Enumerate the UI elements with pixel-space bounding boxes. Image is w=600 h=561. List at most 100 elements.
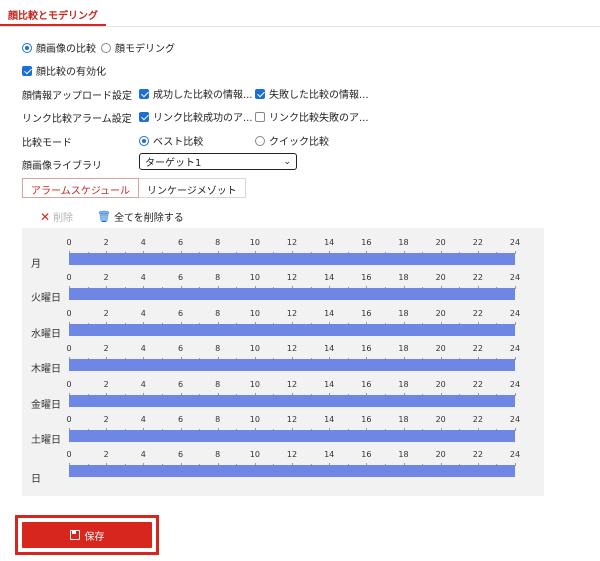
hour-tick-label: 14 — [324, 308, 335, 318]
checkbox-upload-failure[interactable]: 失敗した比較の情報... — [255, 86, 369, 101]
schedule-time-bar[interactable] — [69, 465, 515, 478]
save-icon — [69, 530, 80, 540]
tab-alarm-schedule[interactable]: アラームスケジュール — [22, 178, 139, 198]
schedule-day-label: 金曜日 — [31, 399, 61, 411]
schedule-time-bar[interactable] — [69, 253, 515, 265]
hour-tick-label: 10 — [249, 344, 260, 354]
hour-tick-label: 8 — [215, 415, 221, 424]
hour-tick-label: 16 — [361, 344, 372, 354]
radio-face-compare[interactable]: 顔画像の比較 — [22, 40, 96, 55]
checkbox-label: 失敗した比較の情報... — [269, 90, 369, 101]
hour-tick-label: 8 — [215, 450, 221, 460]
hour-tick-label: 4 — [140, 344, 146, 354]
hour-tick-label: 20 — [435, 415, 446, 424]
hour-tick-label: 0 — [66, 450, 72, 460]
schedule-row: 金曜日 0 2 4 6 8 10 12 14 16 18 20 22 24 — [22, 380, 544, 415]
schedule-day-label: 土曜日 — [31, 435, 61, 446]
hour-tick-label: 18 — [398, 273, 409, 283]
tab-linkage-method[interactable]: リンケージメゾット — [139, 178, 246, 198]
hour-tick-label: 10 — [249, 450, 260, 460]
delete-all-button[interactable]: 🗑 全てを削除する — [97, 209, 184, 224]
hour-tick-label: 18 — [398, 379, 409, 389]
radio-label: クイック比較 — [269, 137, 329, 148]
hour-tick-label: 10 — [249, 238, 260, 247]
schedule-day-label: 木曜日 — [31, 364, 61, 376]
schedule-grid: 月 0 2 4 6 8 10 12 14 16 18 20 22 24 火曜日 0 2 4 6 8 10 12 14 16 18… — [22, 228, 544, 496]
checkbox-indicator[interactable] — [22, 65, 32, 76]
hour-tick-label: 6 — [177, 450, 184, 460]
hour-tick-label: 16 — [361, 238, 372, 247]
hour-tick-label: 2 — [103, 415, 109, 424]
hour-tick-label: 24 — [509, 273, 521, 283]
schedule-day-label: 日 — [31, 474, 41, 486]
hour-tick-label: 12 — [286, 273, 298, 283]
schedule-time-bar[interactable] — [69, 430, 515, 442]
hour-tick-label: 22 — [472, 273, 483, 283]
hour-tick-label: 6 — [177, 379, 184, 389]
hour-tick-label: 12 — [286, 308, 298, 318]
radio-indicator[interactable] — [139, 135, 149, 146]
hour-tick-label: 8 — [215, 273, 221, 283]
hour-tick-label: 18 — [398, 450, 409, 460]
library-label: 顔画像ライブラリ — [22, 161, 102, 172]
hour-tick-labels: 0 2 4 6 8 10 12 14 16 18 20 22 24 — [66, 308, 520, 321]
hour-tick-label: 16 — [361, 415, 372, 424]
hour-tick-labels: 0 2 4 6 8 10 12 14 16 18 20 22 24 — [66, 415, 520, 427]
hour-tick-label: 8 — [215, 238, 221, 247]
header-divider — [0, 26, 600, 27]
hour-tick-label: 4 — [140, 415, 146, 424]
hour-tick-label: 4 — [140, 379, 146, 389]
checkbox-indicator[interactable] — [139, 111, 149, 122]
hour-tick-label: 20 — [435, 273, 446, 283]
schedule-row: 水曜日 0 2 4 6 8 10 12 14 16 18 20 22 24 — [22, 309, 544, 344]
schedule-day-label: 火曜日 — [31, 293, 61, 305]
checkbox-upload-success[interactable]: 成功した比較の情報... — [139, 86, 253, 101]
checkbox-indicator[interactable] — [255, 111, 265, 122]
hour-tick-mark — [515, 321, 516, 325]
checkbox-alarm-success[interactable]: リンク比較成功のア... — [139, 109, 253, 124]
save-button[interactable]: 保存 — [22, 522, 152, 548]
hour-tick-label: 2 — [103, 344, 109, 354]
checkbox-indicator[interactable] — [255, 88, 265, 99]
delete-button[interactable]: ✕ 削除 — [40, 209, 73, 225]
hour-tick-label: 24 — [509, 308, 521, 318]
hour-tick-label: 22 — [472, 238, 483, 247]
hour-tick-label: 14 — [324, 450, 335, 460]
schedule-time-bar[interactable] — [69, 288, 515, 301]
radio-best-compare[interactable]: ベスト比較 — [139, 133, 203, 148]
radio-face-modeling[interactable]: 顔モデリング — [101, 40, 175, 55]
library-select[interactable]: ターゲット1 ⌄ — [139, 153, 297, 170]
hour-tick-label: 2 — [103, 238, 109, 247]
hour-tick-mark — [515, 392, 516, 396]
schedule-row: 日 0 2 4 6 8 10 12 14 16 18 20 22 24 — [22, 450, 544, 485]
hour-tick-label: 14 — [324, 238, 335, 247]
schedule-time-bar[interactable] — [69, 359, 515, 372]
hour-tick-label: 14 — [324, 379, 335, 389]
schedule-time-bar[interactable] — [69, 323, 515, 336]
checkbox-enable-compare[interactable]: 顔比較の有効化 — [22, 63, 106, 78]
radio-quick-compare[interactable]: クイック比較 — [255, 133, 329, 148]
hour-tick-label: 4 — [140, 308, 146, 318]
hour-tick-label: 0 — [66, 344, 72, 354]
hour-tick-labels: 0 2 4 6 8 10 12 14 16 18 20 22 24 — [66, 450, 520, 462]
radio-indicator[interactable] — [101, 42, 111, 53]
checkbox-indicator[interactable] — [139, 88, 149, 99]
hour-tick-mark — [515, 357, 516, 361]
hour-tick-label: 18 — [398, 344, 409, 354]
hour-tick-label: 24 — [509, 344, 521, 354]
radio-indicator[interactable] — [255, 135, 265, 146]
hour-tick-label: 6 — [177, 238, 184, 247]
hour-tick-label: 16 — [361, 379, 372, 389]
radio-label: 顔画像の比較 — [36, 44, 96, 55]
checkbox-label: 成功した比較の情報... — [153, 90, 253, 101]
hour-tick-label: 24 — [509, 415, 521, 424]
schedule-time-bar[interactable] — [69, 394, 515, 407]
hour-tick-label: 4 — [140, 273, 146, 283]
checkbox-label: リンク比較成功のア... — [153, 113, 253, 124]
checkbox-alarm-failure[interactable]: リンク比較失敗のア... — [255, 109, 369, 124]
radio-indicator[interactable] — [22, 42, 32, 53]
hour-tick-label: 22 — [472, 415, 483, 424]
schedule-day-label: 月 — [31, 259, 41, 270]
tab-face-compare-modeling[interactable]: 顔比較とモデリング — [0, 0, 106, 26]
hour-tick-labels: 0 2 4 6 8 10 12 14 16 18 20 22 24 — [66, 344, 520, 356]
